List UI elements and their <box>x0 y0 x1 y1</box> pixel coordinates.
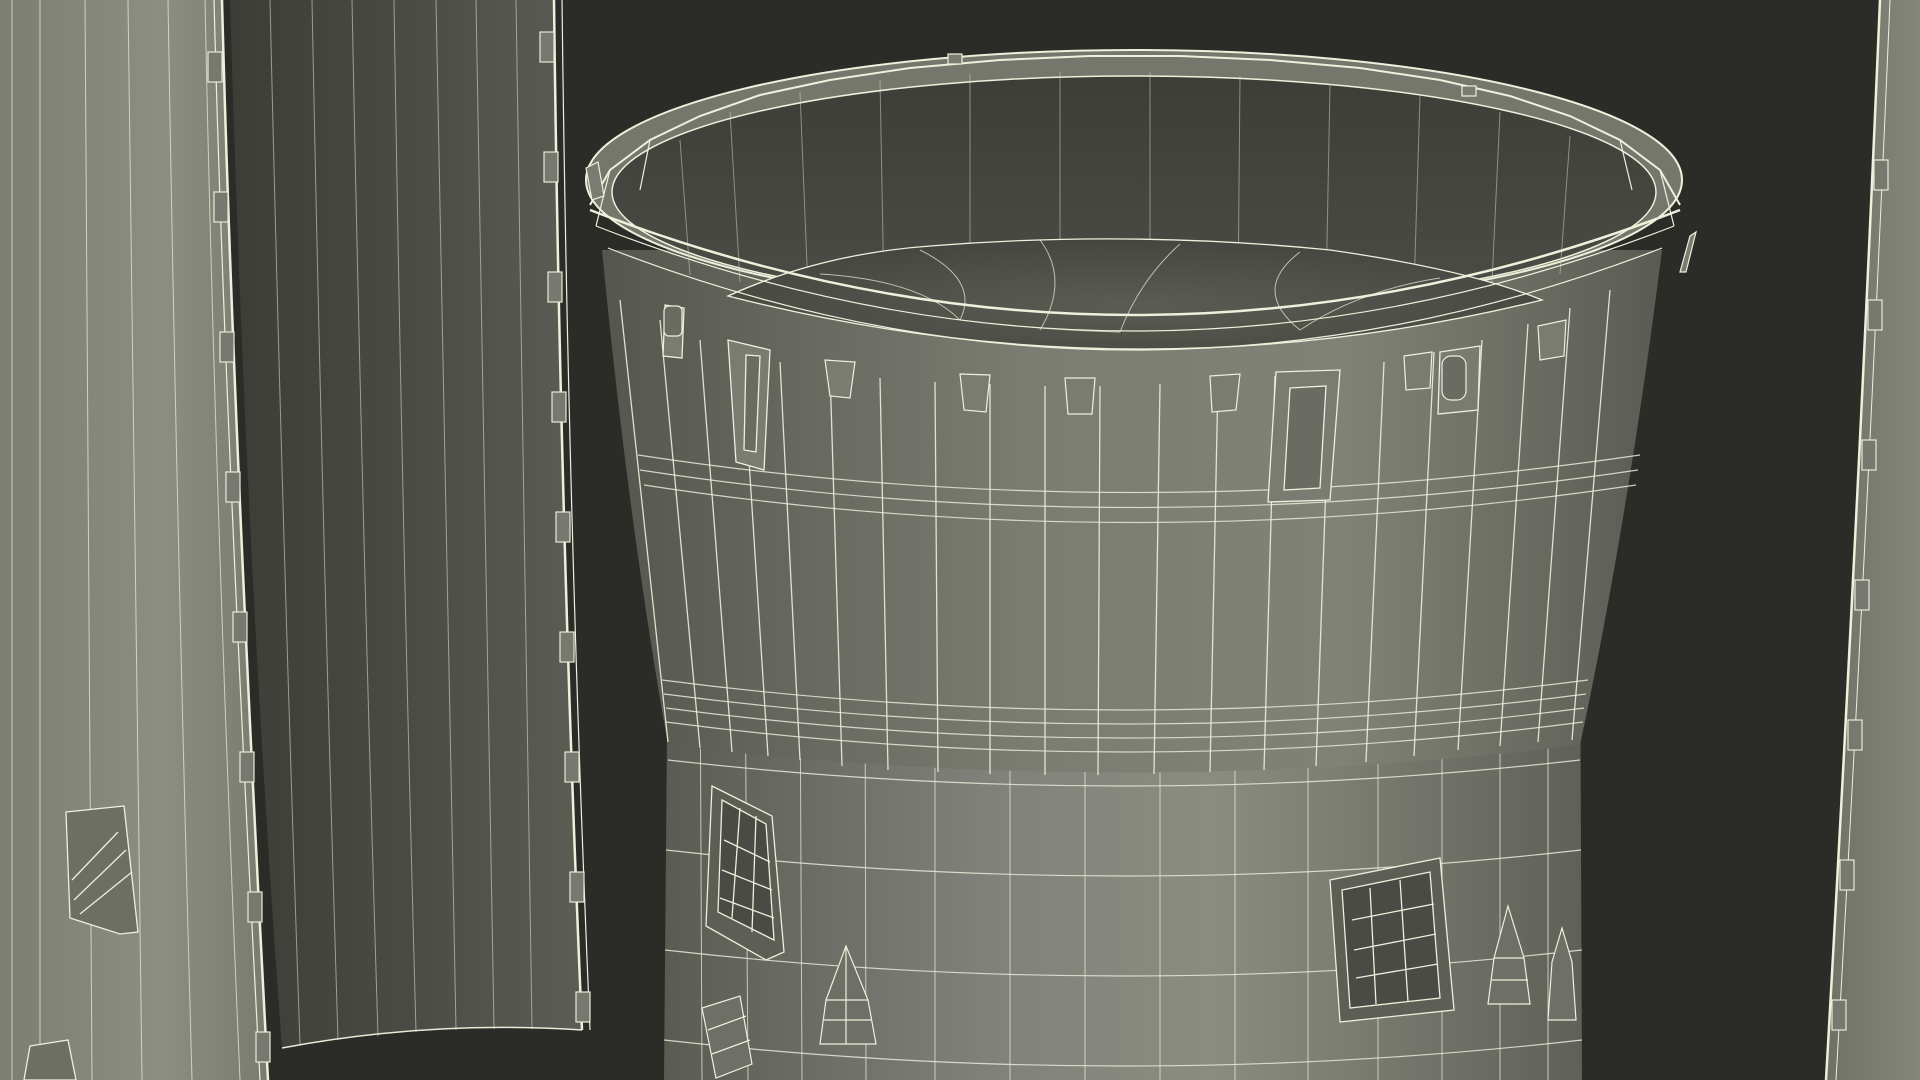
access-port-right <box>1329 857 1455 1023</box>
wireframe-scene <box>0 0 1920 1080</box>
render-viewport <box>0 0 1920 1080</box>
left-fairing-inner-panel <box>230 0 591 1049</box>
